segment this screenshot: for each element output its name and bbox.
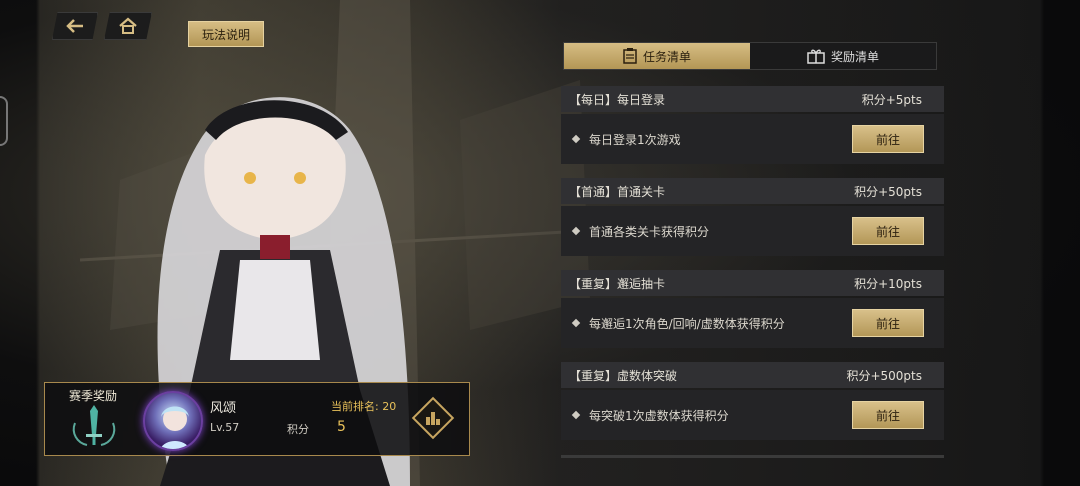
- task-description-row: 每邂逅1次角色/回响/虚数体获得积分: [571, 315, 785, 332]
- points-label: 积分: [287, 423, 309, 436]
- task-body: 首通各类关卡获得积分 前往: [561, 206, 944, 256]
- task-header: 【重复】虚数体突破 积分+500pts: [561, 362, 944, 388]
- task-description: 每突破1次虚数体获得积分: [589, 408, 729, 423]
- task-title: 【首通】首通关卡: [569, 184, 666, 199]
- home-icon: [119, 17, 137, 34]
- task-header: 【首通】首通关卡 积分+50pts: [561, 178, 944, 204]
- task-item: 【每日】每日登录 积分+5pts 每日登录1次游戏 前往: [561, 86, 944, 164]
- bullet-diamond-icon: [571, 318, 581, 328]
- gift-icon: [807, 49, 825, 64]
- task-body: 每邂逅1次角色/回响/虚数体获得积分 前往: [561, 298, 944, 348]
- task-description-row: 首通各类关卡获得积分: [571, 223, 710, 240]
- task-points: 积分+50pts: [854, 184, 922, 199]
- bullet-diamond-icon: [571, 134, 581, 144]
- task-description: 首通各类关卡获得积分: [589, 224, 710, 239]
- season-reward-label: 赛季奖励: [69, 389, 118, 403]
- tab-bar: 任务清单 奖励清单: [563, 42, 937, 70]
- task-description: 每日登录1次游戏: [589, 132, 681, 147]
- go-button[interactable]: 前往: [852, 125, 924, 153]
- task-item: 【重复】邂逅抽卡 积分+10pts 每邂逅1次角色/回响/虚数体获得积分 前往: [561, 270, 944, 348]
- side-drawer-handle[interactable]: [0, 96, 8, 146]
- task-title: 【重复】邂逅抽卡: [569, 276, 666, 291]
- home-button[interactable]: [104, 12, 152, 40]
- player-level: Lv.57: [210, 421, 240, 434]
- list-scroll-edge: [561, 455, 944, 458]
- current-rank: 当前排名: 20: [331, 400, 397, 413]
- player-card: 赛季奖励 风颂 Lv.57 积分 当前排名: 20 5: [44, 382, 470, 456]
- game-screen: 玩法说明 赛季奖励 风颂 Lv.57 积分 当前排名: 20 5 任务清单 奖励…: [0, 0, 1080, 486]
- task-title: 【重复】虚数体突破: [569, 368, 678, 383]
- bullet-diamond-icon: [571, 226, 581, 236]
- task-item: 【首通】首通关卡 积分+50pts 首通各类关卡获得积分 前往: [561, 178, 944, 256]
- tab-reward-list[interactable]: 奖励清单: [750, 43, 936, 69]
- sword-emblem-icon[interactable]: [69, 403, 119, 449]
- avatar-portrait-icon: [160, 406, 190, 449]
- tab-reward-list-label: 奖励清单: [830, 49, 879, 64]
- back-button[interactable]: [52, 12, 98, 40]
- task-body: 每日登录1次游戏 前往: [561, 114, 944, 164]
- points-value: 5: [337, 419, 346, 435]
- back-arrow-icon: [66, 19, 83, 33]
- player-avatar[interactable]: [143, 391, 203, 451]
- bullet-diamond-icon: [571, 410, 581, 420]
- task-title: 【每日】每日登录: [569, 92, 666, 107]
- go-button[interactable]: 前往: [852, 309, 924, 337]
- go-button[interactable]: 前往: [852, 217, 924, 245]
- how-to-play-button[interactable]: 玩法说明: [188, 21, 264, 47]
- player-name: 风颂: [210, 401, 237, 416]
- clipboard-icon: [623, 48, 637, 64]
- task-body: 每突破1次虚数体获得积分 前往: [561, 390, 944, 440]
- task-points: 积分+10pts: [854, 276, 922, 291]
- task-description: 每邂逅1次角色/回响/虚数体获得积分: [589, 316, 785, 331]
- task-points: 积分+500pts: [846, 368, 922, 383]
- task-points: 积分+5pts: [861, 92, 922, 107]
- task-description-row: 每日登录1次游戏: [571, 131, 681, 148]
- go-button[interactable]: 前往: [852, 401, 924, 429]
- leaderboard-icon: [426, 412, 440, 425]
- task-header: 【每日】每日登录 积分+5pts: [561, 86, 944, 112]
- tab-task-list-label: 任务清单: [642, 49, 691, 64]
- task-item: 【重复】虚数体突破 积分+500pts 每突破1次虚数体获得积分 前往: [561, 362, 944, 440]
- tab-task-list[interactable]: 任务清单: [564, 43, 750, 69]
- task-description-row: 每突破1次虚数体获得积分: [571, 407, 729, 424]
- task-header: 【重复】邂逅抽卡 积分+10pts: [561, 270, 944, 296]
